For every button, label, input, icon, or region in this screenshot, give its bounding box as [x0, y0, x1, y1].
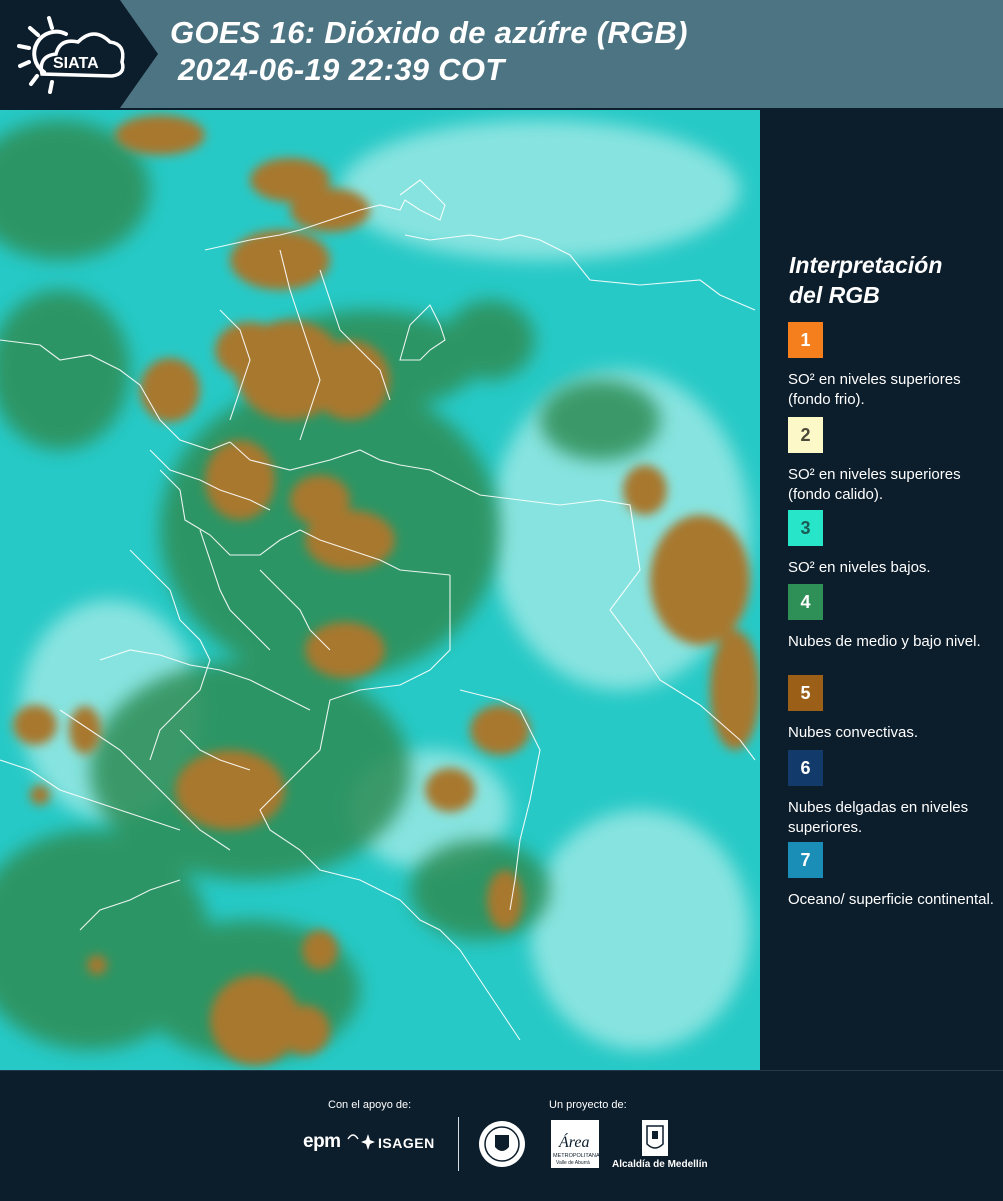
- footer: Con el apoyo de: Un proyecto de: epm ISA…: [0, 1070, 1003, 1201]
- page-title: GOES 16: Dióxido de azúfre (RGB) 2024-06…: [170, 14, 688, 88]
- title-line-1: GOES 16: Dióxido de azúfre (RGB): [170, 15, 688, 50]
- satellite-map: [0, 110, 760, 1070]
- legend-number-1: 1: [800, 329, 811, 350]
- satellite-map-image: [0, 110, 760, 1070]
- legend-swatch-2: 2: [788, 417, 823, 453]
- title-line-2: 2024-06-19 22:39 COT: [178, 52, 505, 87]
- legend-title-line-2: del RGB: [789, 282, 880, 308]
- epm-logo: epm: [303, 1131, 341, 1152]
- area-logo-text: Área: [558, 1132, 590, 1151]
- legend-text-1: SO² en niveles superiores (fondo frio).: [788, 371, 961, 408]
- isagen-logo: ISAGEN: [378, 1135, 435, 1151]
- legend-title-line-1: Interpretación: [789, 252, 943, 278]
- legend-text-5: Nubes convectivas.: [788, 724, 919, 741]
- area-logo-sub: METROPOLITANA: [553, 1153, 600, 1159]
- medellin-seal-icon: [479, 1121, 525, 1167]
- support-label: Con el apoyo de:: [328, 1099, 412, 1111]
- legend-swatch-7: 7: [788, 842, 823, 878]
- legend-text-6: Nubes delgadas en niveles superiores.: [788, 799, 969, 836]
- footer-divider: [458, 1117, 459, 1171]
- legend-item-5: 5 Nubes convectivas.: [788, 675, 998, 743]
- area-metropolitana-logo-icon: Área METROPOLITANA Valle de Aburrá: [551, 1120, 600, 1168]
- area-logo-sub2: Valle de Aburrá: [556, 1160, 590, 1166]
- legend-item-3: 3 SO² en niveles bajos.: [788, 510, 998, 578]
- legend-title: Interpretación del RGB: [789, 250, 942, 310]
- siata-logo: SIATA: [17, 16, 125, 94]
- legend-item-2: 2 SO² en niveles superiores (fondo calid…: [788, 417, 998, 517]
- legend-text-3: SO² en niveles bajos.: [788, 559, 931, 576]
- legend-item-7: 7 Oceano/ superficie continental.: [788, 842, 998, 910]
- legend-item-4: 4 Nubes de medio y bajo nivel.: [788, 584, 998, 652]
- legend-swatch-1: 1: [788, 322, 823, 358]
- legend-swatch-5: 5: [788, 675, 823, 711]
- legend-text-4: Nubes de medio y bajo nivel.: [788, 633, 981, 650]
- legend-item-6: 6 Nubes delgadas en niveles superiores.: [788, 750, 998, 838]
- legend-number-6: 6: [800, 757, 811, 778]
- alcaldia-shield-icon: [642, 1120, 668, 1156]
- siata-logo-text: SIATA: [53, 55, 99, 72]
- epm-logo-mark-icon: [347, 1134, 359, 1140]
- legend-number-5: 5: [800, 682, 811, 703]
- project-label: Un proyecto de:: [549, 1099, 627, 1111]
- legend-number-3: 3: [800, 517, 811, 538]
- isagen-logo-icon: [361, 1134, 375, 1150]
- legend-number-2: 2: [800, 424, 811, 445]
- legend-swatch-3: 3: [788, 510, 823, 546]
- legend-number-7: 7: [800, 849, 811, 870]
- header: SIATA GOES 16: Dióxido de azúfre (RGB) 2…: [0, 0, 1003, 110]
- legend-panel: Interpretación del RGB 1 SO² en niveles …: [760, 110, 1003, 1070]
- legend-swatch-4: 4: [788, 584, 823, 620]
- legend-text-7: Oceano/ superficie continental.: [788, 891, 994, 908]
- legend-swatch-6: 6: [788, 750, 823, 786]
- alcaldia-label: Alcaldía de Medellín: [612, 1159, 708, 1170]
- legend-number-4: 4: [800, 591, 811, 612]
- legend-item-1: 1 SO² en niveles superiores (fondo frio)…: [788, 322, 998, 410]
